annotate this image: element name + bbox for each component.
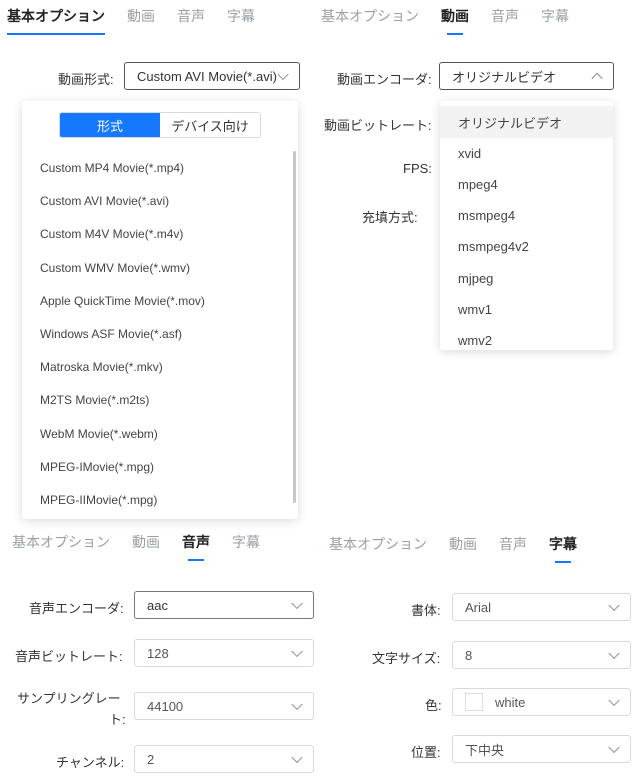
color-value: white xyxy=(495,694,526,710)
audio-bitrate-label: 音声ビットレート: xyxy=(15,649,123,664)
list-item[interactable]: Apple QuickTime Movie(*.mov) xyxy=(40,294,205,308)
tabbar-bottom-left: 基本オプション 動画 音声 字幕 xyxy=(12,532,282,552)
tabbar-top-right: 基本オプション 動画 音声 字幕 xyxy=(321,6,591,26)
list-item[interactable]: M2TS Movie(*.m2ts) xyxy=(40,393,149,407)
chevron-down-icon xyxy=(608,647,620,660)
video-format-value: Custom AVI Movie(*.avi) xyxy=(137,68,277,84)
list-item[interactable]: Windows ASF Movie(*.asf) xyxy=(40,327,182,341)
toggle-format-button[interactable]: 形式 xyxy=(60,113,160,137)
video-encoder-select[interactable]: オリジナルビデオ xyxy=(439,62,614,90)
chevron-down-icon xyxy=(291,751,303,764)
list-item[interactable]: MPEG-IMovie(*.mpg) xyxy=(40,460,154,474)
audio-encoder-select[interactable]: aac xyxy=(134,591,314,619)
list-item[interactable]: wmv2 xyxy=(458,333,492,348)
color-label: 色: xyxy=(425,698,442,713)
font-size-select[interactable]: 8 xyxy=(452,641,631,669)
tab-video[interactable]: 動画 xyxy=(127,6,155,26)
chevron-down-icon xyxy=(291,597,303,610)
font-value: Arial xyxy=(465,599,492,615)
list-item[interactable]: Custom WMV Movie(*.wmv) xyxy=(40,261,190,275)
video-encoder-value: オリジナルビデオ xyxy=(452,69,557,85)
font-select[interactable]: Arial xyxy=(452,593,631,621)
color-select[interactable]: white xyxy=(452,688,631,716)
format-toggle: 形式 デバイス向け xyxy=(59,112,261,138)
chevron-down-icon xyxy=(608,599,620,612)
audio-bitrate-value: 128 xyxy=(147,645,169,661)
tab-basic[interactable]: 基本オプション xyxy=(7,6,105,35)
fill-method-label: 充填方式: xyxy=(362,210,418,225)
scrollbar[interactable] xyxy=(293,151,296,503)
tab-subtitle[interactable]: 字幕 xyxy=(232,532,260,552)
chevron-down-icon xyxy=(608,694,620,707)
tab-subtitle[interactable]: 字幕 xyxy=(541,6,569,26)
list-item[interactable]: Custom AVI Movie(*.avi) xyxy=(40,194,169,208)
video-bitrate-label: 動画ビットレート: xyxy=(324,118,432,133)
tab-subtitle[interactable]: 字幕 xyxy=(549,534,577,554)
channel-select[interactable]: 2 xyxy=(134,745,314,773)
chevron-down-icon xyxy=(608,741,620,754)
sampling-rate-select[interactable]: 44100 xyxy=(134,692,314,720)
list-item[interactable]: WebM Movie(*.webm) xyxy=(40,427,158,441)
tab-video[interactable]: 動画 xyxy=(449,534,477,554)
list-item[interactable]: オリジナルビデオ xyxy=(458,113,562,132)
tab-subtitle[interactable]: 字幕 xyxy=(227,6,255,26)
tab-basic[interactable]: 基本オプション xyxy=(321,6,419,26)
position-label: 位置: xyxy=(411,745,441,760)
list-item[interactable]: msmpeg4 xyxy=(458,208,515,223)
position-select[interactable]: 下中央 xyxy=(452,735,631,763)
tab-audio[interactable]: 音声 xyxy=(182,532,210,552)
font-size-value: 8 xyxy=(465,647,473,663)
video-format-dropdown: 形式 デバイス向け Custom MP4 Movie(*.mp4) Custom… xyxy=(22,101,298,519)
tab-audio[interactable]: 音声 xyxy=(499,534,527,554)
audio-bitrate-select[interactable]: 128 xyxy=(134,639,314,667)
video-format-label: 動画形式: xyxy=(58,72,114,87)
list-item[interactable]: mjpeg xyxy=(458,271,493,286)
chevron-down-icon xyxy=(291,645,303,658)
toggle-device-button[interactable]: デバイス向け xyxy=(160,113,260,137)
fps-label: FPS: xyxy=(403,161,432,176)
tabbar-bottom-right: 基本オプション 動画 音声 字幕 xyxy=(329,534,599,554)
video-encoder-dropdown: オリジナルビデオ xvid mpeg4 msmpeg4 msmpeg4v2 mj… xyxy=(440,101,613,350)
tab-basic[interactable]: 基本オプション xyxy=(12,532,110,552)
channel-value: 2 xyxy=(147,751,155,767)
color-swatch xyxy=(465,693,483,711)
tabbar-top-left: 基本オプション 動画 音声 字幕 xyxy=(7,6,277,35)
sampling-rate-value: 44100 xyxy=(147,698,184,714)
channel-label: チャンネル: xyxy=(56,755,125,770)
audio-encoder-value: aac xyxy=(147,597,168,613)
list-item[interactable]: Custom MP4 Movie(*.mp4) xyxy=(40,161,184,175)
tab-audio[interactable]: 音声 xyxy=(491,6,519,26)
sampling-rate-label-cont: ト: xyxy=(109,712,126,727)
position-value: 下中央 xyxy=(465,742,505,758)
chevron-down-icon xyxy=(291,698,303,711)
video-format-select[interactable]: Custom AVI Movie(*.avi) xyxy=(124,62,300,90)
chevron-up-icon xyxy=(591,72,603,85)
tab-basic[interactable]: 基本オプション xyxy=(329,534,427,554)
list-item[interactable]: wmv1 xyxy=(458,302,492,317)
list-item[interactable]: MPEG-IIMovie(*.mpg) xyxy=(40,493,157,507)
list-item[interactable]: Custom M4V Movie(*.m4v) xyxy=(40,227,183,241)
font-label: 書体: xyxy=(411,603,441,618)
list-item[interactable]: xvid xyxy=(458,146,481,161)
tab-video[interactable]: 動画 xyxy=(132,532,160,552)
list-item[interactable]: Matroska Movie(*.mkv) xyxy=(40,360,163,374)
list-item[interactable]: msmpeg4v2 xyxy=(458,239,529,254)
font-size-label: 文字サイズ: xyxy=(372,651,441,666)
tab-video[interactable]: 動画 xyxy=(441,6,469,26)
sampling-rate-label: サンプリングレー xyxy=(17,691,121,706)
tab-audio[interactable]: 音声 xyxy=(177,6,205,26)
video-encoder-label: 動画エンコーダ: xyxy=(337,72,432,87)
list-item[interactable]: mpeg4 xyxy=(458,177,498,192)
audio-encoder-label: 音声エンコーダ: xyxy=(29,601,124,616)
chevron-down-icon xyxy=(277,68,289,81)
